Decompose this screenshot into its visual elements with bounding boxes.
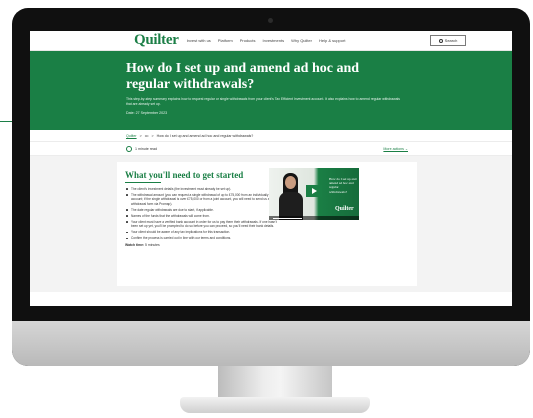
list-item: The client's investment details (the inv…	[125, 187, 277, 191]
monitor-chin	[12, 321, 530, 366]
site-header: Quilter Invest with us Platform Products…	[30, 31, 512, 51]
nav-item-investments[interactable]: Investments	[263, 38, 285, 43]
main-nav: Invest with us Platform Products Investm…	[187, 38, 346, 43]
hero-banner: How do I set up and amend ad hoc and reg…	[30, 51, 512, 130]
list-item: Your client must have a verified bank ac…	[125, 220, 277, 229]
page-title: How do I set up and amend ad hoc and reg…	[126, 61, 360, 92]
list-item: Confirm the process is carried out in li…	[125, 236, 277, 240]
requirements-list: The client's investment details (the inv…	[125, 187, 277, 241]
clock-icon	[126, 145, 132, 152]
play-button[interactable]	[306, 185, 322, 197]
video-overlay-title: How do I set up and amend ad hoc and reg…	[329, 177, 357, 194]
monitor-stand	[218, 366, 332, 400]
watch-time: Watch time: 5 minutes	[125, 243, 409, 247]
breadcrumb-home[interactable]: Quilter	[126, 134, 137, 138]
breadcrumb: Quilter > ••• > How do I set up and amen…	[30, 130, 512, 142]
chevron-down-icon: ⌄	[404, 146, 408, 151]
video-quilter-logo: Quilter	[335, 206, 354, 212]
browser-screen: Quilter Invest with us Platform Products…	[30, 31, 512, 306]
list-item: Your client should be aware of any tax i…	[125, 230, 277, 234]
nav-item-why-quilter[interactable]: Why Quilter	[291, 38, 312, 43]
nav-item-platform[interactable]: Platform	[218, 38, 233, 43]
breadcrumb-current: How do I set up and amend ad hoc and reg…	[156, 133, 254, 138]
title-underline	[125, 182, 161, 183]
reading-time: 1 minute read	[135, 146, 157, 151]
monitor: Quilter Invest with us Platform Products…	[12, 8, 530, 366]
list-item: The withdrawal amount (you can request a…	[125, 193, 277, 206]
video-control-bar[interactable]	[269, 216, 359, 220]
search-button[interactable]: Search	[430, 35, 466, 46]
presenter-face	[285, 176, 296, 189]
nav-item-invest[interactable]: Invest with us	[187, 38, 211, 43]
publish-date: Date: 27 September 2023	[126, 111, 168, 115]
getting-started-card: What you'll need to get started The clie…	[117, 162, 417, 286]
page-summary: This step-by-step summary explains how t…	[126, 97, 400, 106]
section-title: What you'll need to get started	[125, 170, 244, 180]
monitor-base	[180, 397, 370, 413]
breadcrumb-ellipsis[interactable]: •••	[145, 134, 149, 138]
nav-item-products[interactable]: Products	[240, 38, 256, 43]
video-player[interactable]: How do I set up and amend ad hoc and reg…	[269, 168, 359, 220]
content-area: What you'll need to get started The clie…	[30, 156, 512, 292]
breadcrumb-separator: >	[151, 133, 154, 138]
reading-info-row: 1 minute read More actions ⌄	[30, 142, 512, 156]
video-progress-bar[interactable]	[273, 217, 302, 219]
breadcrumb-separator: >	[139, 133, 142, 138]
play-icon	[311, 188, 317, 194]
camera-dot	[268, 18, 273, 23]
more-actions-label: More actions	[383, 146, 404, 151]
list-item: Names of the funds that the withdrawals …	[125, 214, 277, 218]
watch-time-value: 5 minutes	[145, 242, 160, 247]
nav-item-help[interactable]: Help & support	[319, 38, 345, 43]
list-item: The date regular withdrawals are due to …	[125, 208, 277, 212]
search-label: Search	[444, 38, 458, 43]
search-icon	[438, 38, 443, 43]
quilter-logo[interactable]: Quilter	[134, 32, 179, 49]
more-actions-link[interactable]: More actions ⌄	[383, 147, 408, 151]
watch-time-label: Watch time:	[125, 242, 145, 247]
